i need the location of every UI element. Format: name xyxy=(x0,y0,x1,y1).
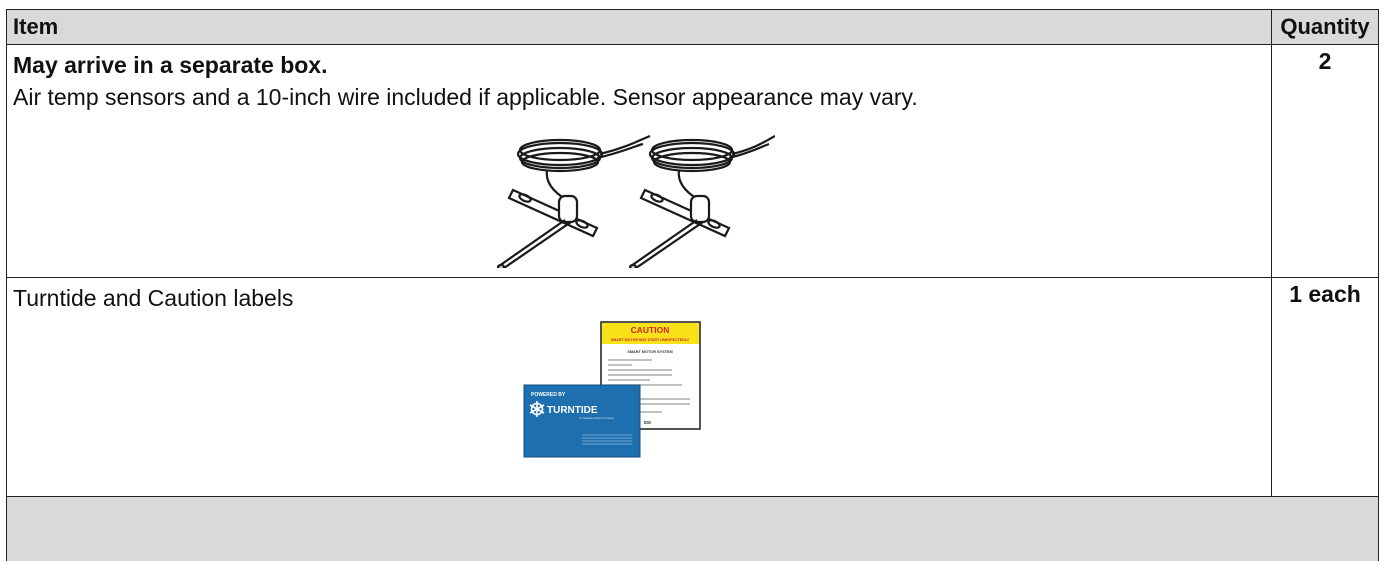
turntide-brand-text: TURNTIDE xyxy=(547,405,598,416)
empty-cell xyxy=(6,496,1379,561)
quantity-cell: 2 xyxy=(1271,44,1379,278)
caution-title: SMART MOTOR SYSTEM xyxy=(627,350,672,354)
table-header-row: Item Quantity xyxy=(6,9,1379,45)
caution-fragment: IDE xyxy=(644,420,651,425)
table-row-empty xyxy=(6,496,1379,561)
labels-image: CAUTION SMART MOTOR MAY START UNEXPECTED… xyxy=(523,321,701,458)
quantity-cell: 1 each xyxy=(1271,277,1379,497)
item-description: Air temp sensors and a 10-inch wire incl… xyxy=(13,84,918,110)
turntide-label: POWERED BY TURNTIDE by Software Motor Co… xyxy=(523,384,641,458)
sensor-right xyxy=(628,135,775,268)
air-temp-sensor-image xyxy=(496,134,775,268)
item-description: Turntide and Caution labels xyxy=(13,285,294,311)
sensor-left xyxy=(496,134,651,268)
header-item: Item xyxy=(6,9,1272,45)
turntide-sub-text: by Software Motor Company xyxy=(579,416,615,420)
header-quantity: Quantity xyxy=(1271,9,1379,45)
items-table: Item Quantity May arrive in a separate b… xyxy=(6,9,1379,561)
turntide-top-text: POWERED BY xyxy=(531,392,566,398)
page: Item Quantity May arrive in a separate b… xyxy=(0,0,1390,561)
caution-heading: CAUTION xyxy=(631,325,670,335)
item-title: May arrive in a separate box. xyxy=(13,52,328,78)
caution-subheading: SMART MOTOR MAY START UNEXPECTEDLY xyxy=(611,338,690,342)
